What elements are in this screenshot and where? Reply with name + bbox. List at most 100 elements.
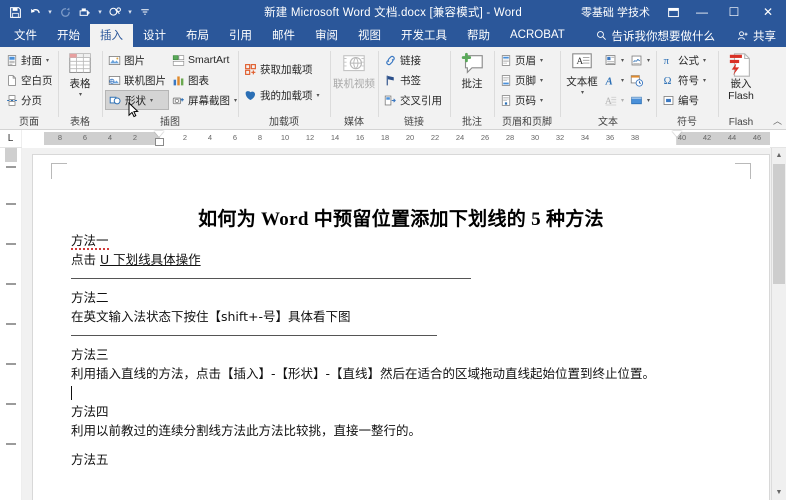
page-number-button[interactable]: 页码 ▾ [497,90,546,110]
table-button[interactable]: 表格 ▾ [61,50,99,98]
chevron-down-icon[interactable]: ▾ [79,91,82,98]
chevron-down-icon[interactable]: ▾ [540,77,543,84]
horizontal-ruler[interactable]: 8 6 4 2 2 4 6 8 10 12 14 16 18 20 22 24 … [22,130,770,148]
get-addins-button[interactable]: 获取加载项 [241,59,327,79]
maximize-button[interactable]: ☐ [718,0,750,24]
online-video-button[interactable]: 联机视频 [333,50,375,90]
group-label-media: 媒体 [344,117,364,128]
tab-home[interactable]: 开始 [47,24,90,47]
touch-mode-dropdown-icon[interactable]: ▾ [126,2,134,22]
chevron-down-icon[interactable]: ▾ [703,57,706,64]
cross-reference-button[interactable]: 交叉引用 [381,90,445,110]
link-button[interactable]: 链接 [381,50,445,70]
close-button[interactable]: ✕ [750,0,786,24]
chevron-down-icon[interactable]: ▾ [647,57,650,64]
document-body[interactable]: 方法一 点击 U 下划线具体操作 方法二 在英文输入法状态下按住【shift+-… [71,231,739,469]
tab-insert[interactable]: 插入 [90,24,133,47]
print-preview-icon[interactable] [76,2,94,22]
bookmark-button[interactable]: 书签 [381,70,445,90]
my-addins-button[interactable]: 我的加载项 ▾ [241,85,327,105]
comment-label: 批注 [461,78,483,90]
scroll-down-button[interactable]: ▼ [772,485,786,500]
tab-acrobat[interactable]: ACROBAT [500,24,575,47]
minimize-button[interactable]: — [686,0,718,24]
chevron-down-icon[interactable]: ▾ [150,97,153,104]
online-pictures-button[interactable]: 联机图片 [105,70,169,90]
account-name[interactable]: 零基础 学技术 [581,4,650,20]
chevron-down-icon[interactable]: ▾ [621,97,624,104]
ruler-number: 10 [280,133,290,142]
scrollbar-thumb[interactable] [773,164,785,284]
collapse-ribbon-button[interactable]: ︿ [773,114,782,127]
text-box-button[interactable]: A 文本框 ▾ [563,50,601,96]
chevron-down-icon[interactable]: ▾ [540,57,543,64]
right-indent-marker[interactable] [672,131,682,137]
tab-file[interactable]: 文件 [4,24,47,47]
tab-stop-selector[interactable]: L [0,130,22,147]
tab-view[interactable]: 视图 [348,24,391,47]
vruler-tick [6,443,16,445]
shapes-button[interactable]: 形状 ▾ [105,90,169,110]
blank-page-button[interactable]: 空白页 [3,70,56,90]
ruler-number: 28 [505,133,515,142]
chevron-down-icon[interactable]: ▾ [621,57,624,64]
chevron-down-icon[interactable]: ▾ [647,97,650,104]
tell-me-box[interactable]: 告诉我你想要做什么 [596,28,715,44]
document-parts-button[interactable]: ▾ [601,50,627,70]
page-break-button[interactable]: 分页 [3,90,56,110]
ruler-number: 4 [107,133,113,142]
tab-design[interactable]: 设计 [133,24,176,47]
tab-help[interactable]: 帮助 [457,24,500,47]
group-label-page: 页面 [19,117,39,128]
touch-mode-icon[interactable] [106,2,124,22]
number-button[interactable]: 编号 [659,90,709,110]
vertical-scrollbar[interactable]: ▲ ▼ [771,148,786,500]
chevron-down-icon[interactable]: ▾ [46,57,49,64]
drop-cap-button[interactable]: A ▾ [601,90,627,110]
tab-developer[interactable]: 开发工具 [391,24,457,47]
screenshot-button[interactable]: 屏幕截图 ▾ [169,90,237,110]
document-work-area: 如何为 Word 中预留位置添加下划线的 5 种方法 方法一 点击 U 下划线具… [0,148,786,500]
share-button[interactable]: 共享 [737,28,776,44]
pictures-button[interactable]: 图片 [105,50,169,70]
symbol-button[interactable]: Ω 符号 ▾ [659,70,709,90]
cover-page-button[interactable]: 封面 ▾ [3,50,56,70]
chevron-down-icon[interactable]: ▾ [703,77,706,84]
redo-icon[interactable] [56,2,74,22]
chevron-down-icon[interactable]: ▾ [581,89,584,96]
smartart-button[interactable]: SmartArt [169,50,237,70]
document-page[interactable]: 如何为 Word 中预留位置添加下划线的 5 种方法 方法一 点击 U 下划线具… [32,154,770,500]
print-dropdown-icon[interactable]: ▾ [96,2,104,22]
comment-button[interactable]: 批注 [453,50,491,90]
chevron-down-icon[interactable]: ▾ [540,97,543,104]
undo-icon[interactable] [26,2,44,22]
vertical-ruler[interactable] [0,148,22,500]
save-icon[interactable] [6,2,24,22]
tab-review[interactable]: 审阅 [305,24,348,47]
tab-references[interactable]: 引用 [219,24,262,47]
date-time-button[interactable] [627,70,653,90]
group-label-illustrations: 插图 [160,117,180,128]
chevron-down-icon[interactable]: ▾ [234,97,237,104]
group-label-addins: 加载项 [269,117,299,128]
tab-layout[interactable]: 布局 [176,24,219,47]
footer-button[interactable]: 页脚 ▾ [497,70,546,90]
equation-button[interactable]: π 公式 ▾ [659,50,709,70]
blank-page-icon [6,74,18,87]
left-indent-marker[interactable] [155,138,164,146]
chevron-down-icon[interactable]: ▾ [621,77,624,84]
ribbon-display-options-icon[interactable] [660,0,686,24]
object-button[interactable]: ▾ [627,90,653,110]
customize-qat-icon[interactable] [136,2,154,22]
tab-mailings[interactable]: 邮件 [262,24,305,47]
page-number-icon [500,94,512,107]
signature-line-button[interactable]: ▾ [627,50,653,70]
first-line-indent-marker[interactable] [154,131,164,137]
scroll-up-button[interactable]: ▲ [772,148,786,163]
chevron-down-icon[interactable]: ▾ [317,92,320,99]
wordart-button[interactable]: A ▾ [601,70,627,90]
flash-embed-button[interactable]: 嵌入 Flash [721,50,761,102]
undo-dropdown-icon[interactable]: ▾ [46,2,54,22]
header-button[interactable]: 页眉 ▾ [497,50,546,70]
chart-button[interactable]: 图表 [169,70,237,90]
